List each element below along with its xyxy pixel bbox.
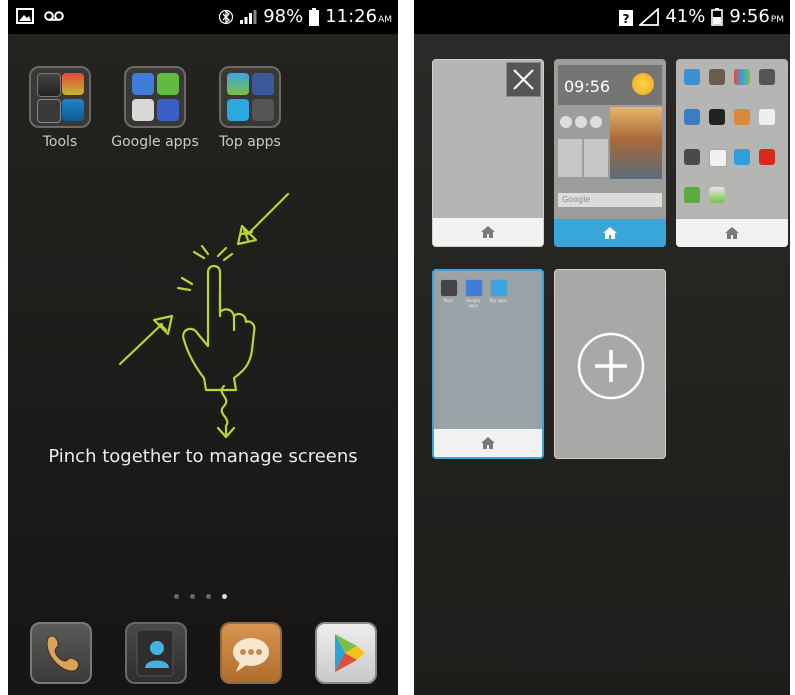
app-thumb-icon bbox=[709, 69, 725, 85]
app-thumb-icon bbox=[734, 149, 750, 165]
set-home-button[interactable] bbox=[434, 429, 542, 457]
bluetooth-icon bbox=[219, 9, 234, 24]
facebook-app-icon bbox=[252, 73, 274, 95]
twitter-app-icon bbox=[227, 99, 249, 121]
pinch-gesture-illustration bbox=[118, 192, 290, 439]
messaging-dock-button[interactable] bbox=[220, 622, 282, 684]
page-dot[interactable] bbox=[206, 594, 211, 599]
set-home-button-active[interactable] bbox=[554, 219, 666, 247]
folder-google-apps[interactable] bbox=[124, 66, 186, 128]
set-home-button[interactable] bbox=[433, 218, 543, 246]
home-icon bbox=[603, 227, 617, 239]
delete-screen-button[interactable] bbox=[506, 62, 541, 97]
folder-thumb-google-apps bbox=[465, 279, 483, 297]
music-widget bbox=[558, 109, 608, 135]
folder-label-top-apps: Top apps bbox=[219, 134, 281, 150]
contacts-dock-button[interactable] bbox=[125, 622, 187, 684]
folder-thumb-tools bbox=[440, 279, 458, 297]
google-search-app-icon bbox=[132, 73, 154, 95]
books-app-icon bbox=[157, 99, 179, 121]
home-icon bbox=[481, 226, 495, 238]
folder-thumb-label: Top apps bbox=[489, 298, 507, 303]
google-search-bar: Google bbox=[558, 193, 662, 207]
app-thumb-icon bbox=[759, 69, 775, 85]
plus-icon bbox=[577, 332, 645, 400]
globe-app-icon bbox=[62, 99, 84, 121]
microphone-app-icon bbox=[37, 73, 61, 97]
page-dot-active[interactable] bbox=[222, 594, 227, 599]
page-dot[interactable] bbox=[190, 594, 195, 599]
screen-thumbnail[interactable] bbox=[676, 59, 788, 247]
app-thumb-icon bbox=[759, 149, 775, 165]
folder-top-apps[interactable] bbox=[219, 66, 281, 128]
home-screen: 98% 11:26AM Tools Google apps Top apps P… bbox=[8, 0, 398, 695]
widget-clock: 09:56 bbox=[564, 77, 611, 96]
folder-thumb-label: Tools bbox=[443, 298, 453, 303]
status-bar: ? 41% 9:56PM bbox=[414, 0, 790, 34]
messaging-icon bbox=[233, 638, 269, 672]
voice-app-icon bbox=[132, 99, 154, 121]
contact-widget bbox=[558, 139, 582, 177]
page-indicator bbox=[174, 594, 227, 599]
screen-thumbnail[interactable] bbox=[432, 59, 544, 247]
unknown-notification-icon: ? bbox=[619, 9, 634, 26]
play-store-icon bbox=[335, 634, 365, 672]
clock: 9:56PM bbox=[729, 6, 784, 27]
screen-thumbnail-default[interactable]: 09:56 Google bbox=[554, 59, 666, 247]
battery-percent: 98% bbox=[263, 6, 304, 27]
status-bar: 98% 11:26AM bbox=[8, 0, 398, 34]
contact-widget bbox=[584, 139, 608, 177]
app-thumb-icon bbox=[709, 187, 725, 203]
calculator-app-icon bbox=[62, 73, 84, 95]
folder-thumb-label: Google apps bbox=[465, 298, 481, 308]
folder-thumb-top-apps bbox=[490, 279, 508, 297]
signal-icon bbox=[240, 9, 257, 24]
folder-label-tools: Tools bbox=[42, 134, 78, 150]
home-icon bbox=[725, 227, 739, 239]
add-screen-button[interactable] bbox=[554, 269, 666, 459]
weather-clock-widget: 09:56 bbox=[558, 65, 662, 105]
battery-icon bbox=[309, 7, 320, 26]
maps-app-icon bbox=[227, 73, 249, 95]
home-icon bbox=[481, 437, 495, 449]
app-thumb-icon bbox=[684, 69, 700, 85]
sun-icon bbox=[632, 73, 654, 95]
app-thumb-icon bbox=[684, 109, 700, 125]
app-thumb-icon bbox=[684, 187, 700, 203]
contacts-icon bbox=[136, 629, 174, 677]
app-thumb-icon bbox=[709, 149, 727, 167]
battery-icon bbox=[711, 7, 724, 26]
set-home-button[interactable] bbox=[676, 219, 788, 247]
pinch-instruction-text: Pinch together to manage screens bbox=[48, 446, 358, 467]
screen-thumbnail-selected[interactable]: Tools Google apps Top apps bbox=[432, 269, 544, 459]
battery-percent: 41% bbox=[665, 6, 706, 27]
folder-label-google-apps: Google apps bbox=[111, 134, 199, 150]
screen-manager: ? 41% 9:56PM 09:56 Google Tools Google a… bbox=[414, 0, 790, 695]
app-thumb-icon bbox=[734, 109, 750, 125]
extra-app-icon bbox=[252, 99, 274, 121]
voicemail-icon bbox=[44, 11, 64, 21]
hangouts-app-icon bbox=[157, 73, 179, 95]
app-thumb-icon bbox=[759, 109, 775, 125]
clock: 11:26AM bbox=[325, 6, 392, 27]
signal-icon bbox=[639, 7, 660, 26]
close-icon bbox=[513, 69, 534, 90]
app-thumb-icon bbox=[734, 69, 750, 85]
gallery-widget bbox=[610, 107, 662, 179]
folder-tools[interactable] bbox=[29, 66, 91, 128]
phone-dock-button[interactable] bbox=[30, 622, 92, 684]
gallery-notification-icon bbox=[16, 8, 34, 24]
app-thumb-icon bbox=[684, 149, 700, 165]
phone-icon bbox=[46, 635, 80, 672]
radio-app-icon bbox=[37, 99, 61, 123]
svg-text:?: ? bbox=[623, 12, 630, 26]
play-store-dock-button[interactable] bbox=[315, 622, 377, 684]
app-thumb-icon bbox=[709, 109, 725, 125]
page-dot[interactable] bbox=[174, 594, 179, 599]
